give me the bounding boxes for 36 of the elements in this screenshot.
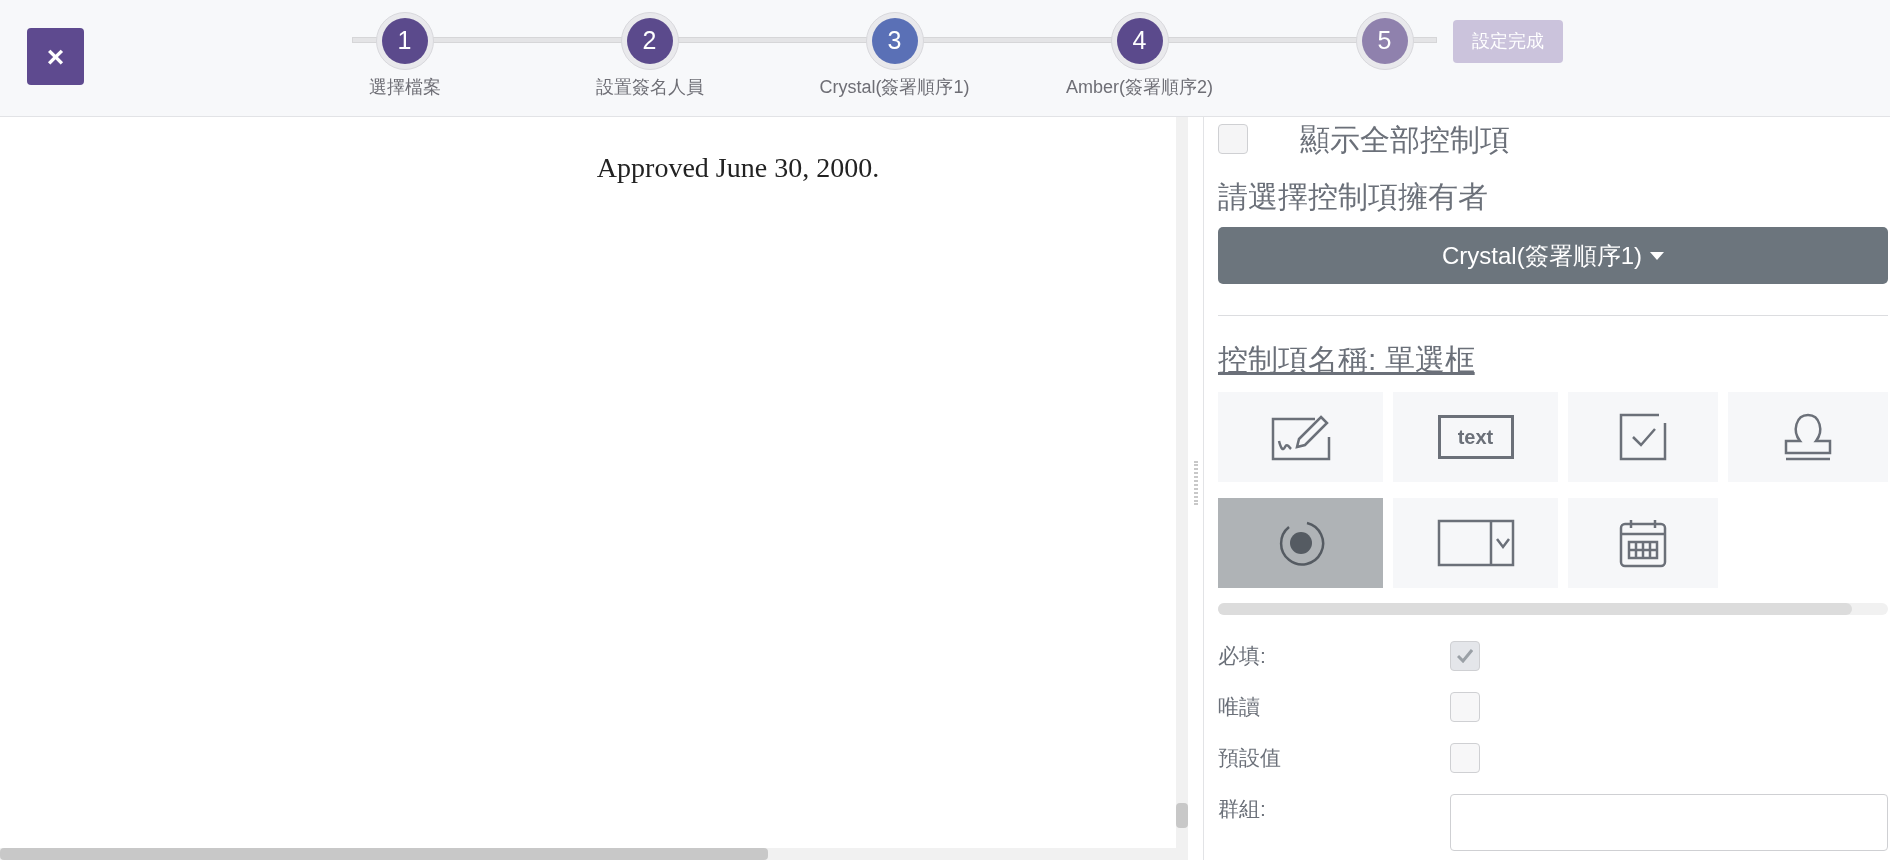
property-label: 唯讀: [1218, 694, 1261, 720]
horizontal-scrollbar[interactable]: [0, 848, 1188, 860]
control-tool[interactable]: [1393, 498, 1558, 588]
control-tool[interactable]: [1568, 498, 1718, 588]
show-all-checkbox[interactable]: [1218, 124, 1248, 154]
control-tool[interactable]: [1218, 392, 1383, 482]
property-label: 必填:: [1218, 643, 1267, 669]
control-tool[interactable]: text: [1393, 392, 1558, 482]
owner-dropdown[interactable]: Crystal(簽署順序1): [1218, 227, 1888, 284]
section-heading: 請選擇控制項擁有者: [1218, 179, 1489, 215]
document-text: Approved June 30, 2000.: [596, 151, 880, 185]
checkbox-icon: [1619, 413, 1667, 461]
tools-scrollbar[interactable]: [1218, 603, 1888, 615]
property-checkbox[interactable]: [1450, 743, 1480, 773]
calendar-icon: [1619, 518, 1667, 568]
step-label: Amber(簽署順序2): [1066, 76, 1213, 99]
property-checkbox[interactable]: [1450, 641, 1480, 671]
checkbox-label: 顯示全部控制項: [1300, 121, 1510, 158]
control-tool[interactable]: [1728, 392, 1888, 482]
step-label: Crystal(簽署順序1): [819, 76, 970, 99]
caret-icon: [1650, 251, 1664, 260]
check-icon: [1457, 649, 1473, 663]
dropdown-icon: [1436, 519, 1515, 567]
signature-icon: [1270, 413, 1331, 461]
control-name: 控制項名稱: 單選框: [1218, 342, 1475, 378]
control-tool[interactable]: [1218, 498, 1383, 588]
property-label: 群組:: [1218, 796, 1267, 822]
group-input-field[interactable]: [1450, 794, 1888, 851]
step-label: 設置簽名人員: [595, 76, 704, 99]
control-tool[interactable]: [1568, 392, 1718, 482]
property-label: 預設值: [1218, 745, 1282, 771]
vertical-scrollbar[interactable]: [1176, 117, 1188, 848]
close-button[interactable]: ×: [27, 28, 84, 85]
step-label: 選擇檔案: [368, 76, 441, 99]
text-field-icon: text: [1437, 415, 1514, 459]
property-checkbox[interactable]: [1450, 692, 1480, 722]
